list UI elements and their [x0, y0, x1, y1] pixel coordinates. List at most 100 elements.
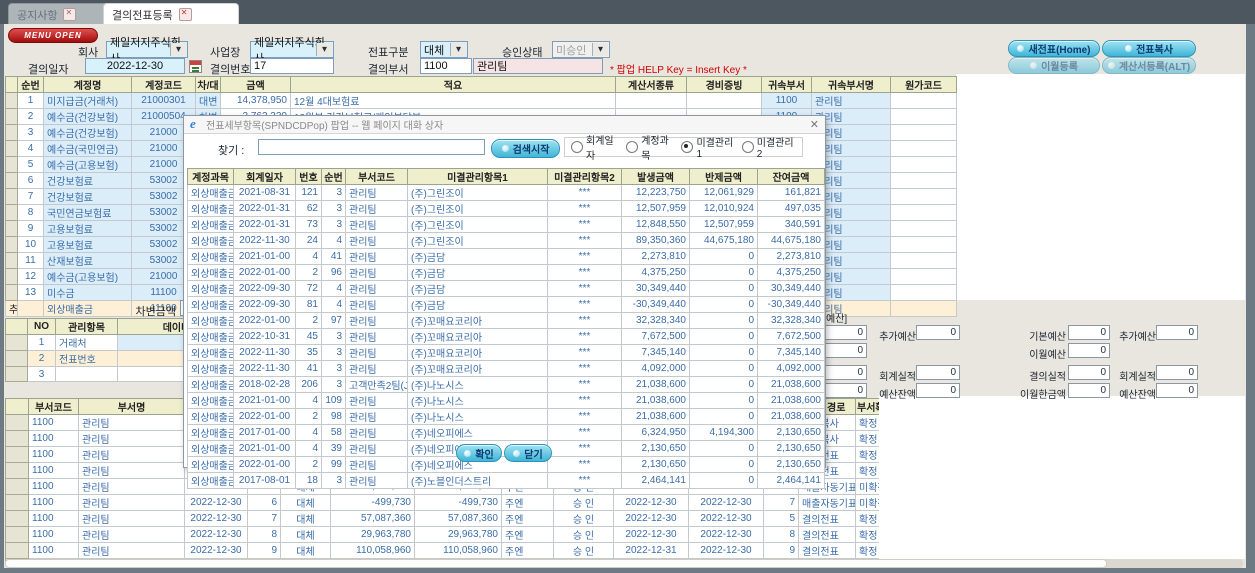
cell[interactable]: (주)꼬매요코리아 — [407, 360, 548, 377]
cell[interactable]: 외상매출금 — [187, 200, 234, 217]
cell[interactable]: 9 — [17, 220, 44, 237]
cell[interactable]: 3 — [321, 344, 346, 361]
cell[interactable]: 32,328,340 — [621, 312, 690, 329]
radio-label[interactable]: 회계일자 — [586, 132, 619, 162]
cell[interactable]: 57,087,360 — [330, 510, 415, 527]
cell[interactable]: 2022-12-30 — [613, 510, 689, 527]
cell[interactable]: -30,349,440 — [757, 296, 825, 313]
cell[interactable]: 58 — [321, 424, 346, 441]
cell[interactable]: 161,821 — [757, 184, 825, 201]
cell[interactable]: 1100 — [28, 542, 79, 559]
cell[interactable]: *** — [547, 424, 622, 441]
cell[interactable]: 7 — [247, 510, 281, 527]
table-row[interactable]: 외상매출금 2022-11-30 24 4 관리팀 (주)그린조이 *** 89,350,36… — [187, 232, 825, 249]
cell[interactable]: 2021-01-00 — [233, 440, 296, 457]
cell[interactable]: 73 — [295, 216, 322, 233]
cell[interactable]: 미수금 — [43, 284, 132, 301]
scrollbar-thumb[interactable] — [5, 559, 1107, 568]
cell[interactable]: 4 — [17, 140, 44, 157]
cell[interactable]: 2021-01-00 — [233, 248, 296, 265]
cell[interactable]: 99 — [321, 456, 346, 473]
cell[interactable]: 확정 — [855, 430, 879, 447]
cell[interactable]: 21000301 — [131, 92, 196, 109]
cell[interactable] — [5, 462, 29, 479]
cell[interactable]: 관리팀 — [78, 430, 185, 447]
cell[interactable]: 주엔 — [501, 494, 554, 511]
chevron-down-icon[interactable] — [450, 43, 466, 56]
cell[interactable]: 관리팀 — [345, 328, 408, 345]
budget-input[interactable]: 0 — [1068, 383, 1110, 398]
cell[interactable]: 110,058,960 — [330, 542, 415, 559]
cell[interactable]: 0 — [689, 408, 758, 425]
cell[interactable]: 1 — [17, 92, 44, 109]
dept-code-input[interactable]: 1100 — [420, 58, 472, 74]
cell[interactable]: 2021-01-00 — [233, 392, 296, 409]
cell[interactable]: 관리팀 — [345, 472, 408, 489]
cell[interactable]: *** — [547, 472, 622, 489]
cell[interactable]: 결의전표 — [798, 526, 856, 543]
cell[interactable]: 3 — [17, 124, 44, 141]
cell[interactable]: 2022-12-31 — [613, 542, 689, 559]
cell[interactable]: 건강보험료 — [43, 188, 132, 205]
company-select[interactable]: 제일저지주식회사 — [106, 37, 188, 65]
cell[interactable]: 관리팀 — [78, 494, 185, 511]
table-row[interactable]: 외상매출금 2021-08-31 121 3 관리팀 (주)그린조이 *** 12,223,7… — [187, 184, 825, 201]
cell[interactable]: 결의전표 — [798, 510, 856, 527]
cell[interactable]: 45 — [295, 328, 322, 345]
cell[interactable]: 고용보험료 — [43, 220, 132, 237]
cell[interactable]: 0 — [689, 328, 758, 345]
cell[interactable]: 외상매출금 — [187, 456, 234, 473]
cell[interactable]: 97 — [321, 312, 346, 329]
cell[interactable] — [5, 92, 18, 109]
cell[interactable]: *** — [547, 440, 622, 457]
cell[interactable] — [890, 220, 957, 237]
cell[interactable]: 외상매출금 — [187, 280, 234, 297]
cell[interactable] — [890, 236, 957, 253]
radio-button[interactable] — [626, 141, 639, 153]
cell[interactable]: 관리팀 — [345, 456, 408, 473]
cell[interactable]: 1100 — [28, 430, 79, 447]
table-row[interactable]: 1 미지급금(거래처) 21000301 대변 14,378,950 12월 4대보험료 1… — [5, 92, 957, 109]
cell[interactable]: (주)그린조이 — [407, 184, 548, 201]
cell[interactable]: 4,375,250 — [757, 264, 825, 281]
radio-button[interactable] — [571, 141, 583, 153]
table-row[interactable]: 외상매출금 2022-09-30 72 4 관리팀 (주)금담 *** 30,349,440 0… — [187, 280, 825, 297]
cell[interactable] — [5, 108, 18, 125]
cell[interactable]: 2022-09-30 — [233, 280, 296, 297]
cell[interactable]: 미지급금(거래처) — [43, 92, 132, 109]
cell[interactable] — [890, 268, 957, 285]
cell[interactable]: 대체 — [280, 510, 331, 527]
cell[interactable]: 관리팀 — [78, 478, 185, 495]
cell[interactable]: 외상매출금 — [187, 216, 234, 233]
cell[interactable] — [5, 526, 29, 543]
table-row[interactable]: 외상매출금 2021-01-00 4 109 관리팀 (주)나노시스 *** 21,038,6… — [187, 392, 825, 409]
cell[interactable]: 57,087,360 — [414, 510, 502, 527]
cell[interactable]: 관리팀 — [345, 232, 408, 249]
cell[interactable]: 2022-01-31 — [233, 216, 296, 233]
cell[interactable]: 24 — [295, 232, 322, 249]
cell[interactable]: 승 인 — [553, 494, 614, 511]
cell[interactable]: 2 — [295, 456, 322, 473]
cell[interactable]: *** — [547, 264, 622, 281]
cell[interactable]: *** — [547, 184, 622, 201]
cell[interactable]: (주)꼬매요코리아 — [407, 328, 548, 345]
cell[interactable]: 0 — [689, 312, 758, 329]
tab-close-icon[interactable] — [63, 8, 77, 21]
cell[interactable]: 4 — [295, 248, 322, 265]
cell[interactable]: 72 — [295, 280, 322, 297]
cell[interactable]: (주)금담 — [407, 296, 548, 313]
cell[interactable]: 96 — [321, 264, 346, 281]
cell[interactable]: 121 — [295, 184, 322, 201]
slip-no-input[interactable]: 17 — [250, 58, 334, 74]
cell[interactable]: 0 — [689, 248, 758, 265]
cell[interactable]: 주엔 — [501, 510, 554, 527]
cell[interactable]: 1100 — [28, 446, 79, 463]
cell[interactable]: 6 — [247, 494, 281, 511]
table-row[interactable]: 외상매출금 2017-08-01 18 3 관리팀 (주)노블인더스트리 *** 2,464,… — [187, 472, 825, 489]
cell[interactable]: 외상매출금 — [187, 184, 234, 201]
cell[interactable]: 10 — [17, 236, 44, 253]
table-row[interactable]: 외상매출금 2022-01-00 2 98 관리팀 (주)나노시스 *** 21,038,60… — [187, 408, 825, 425]
cell[interactable]: 관리팀 — [345, 296, 408, 313]
cell[interactable]: 0 — [689, 392, 758, 409]
cell[interactable]: 외상매출금 — [187, 312, 234, 329]
